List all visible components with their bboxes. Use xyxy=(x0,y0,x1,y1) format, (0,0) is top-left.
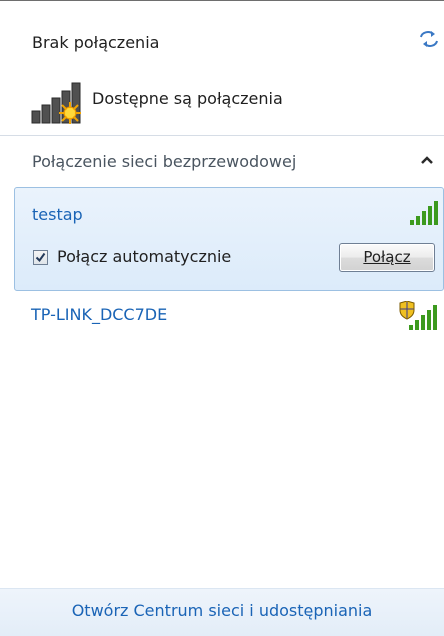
available-connections-row: Dostępne są połączenia xyxy=(30,81,410,125)
available-connections-label: Dostępne są połączenia xyxy=(92,89,283,108)
connect-button[interactable]: Połącz xyxy=(339,243,435,272)
checkmark-icon xyxy=(35,252,46,263)
network-name: TP-LINK_DCC7DE xyxy=(31,305,168,324)
divider xyxy=(0,135,444,136)
network-item-tp-link[interactable]: TP-LINK_DCC7DE xyxy=(14,301,444,341)
connect-button-label: Połącz xyxy=(363,248,411,266)
network-name: testap xyxy=(32,205,83,224)
auto-connect-label[interactable]: Połącz automatycznie xyxy=(57,247,231,266)
wireless-section-header[interactable]: Połączenie sieci bezprzewodowej xyxy=(0,137,444,187)
auto-connect-checkbox[interactable] xyxy=(33,250,48,265)
network-sharing-center-link[interactable]: Otwórz Centrum sieci i udostępniania xyxy=(0,601,444,620)
chevron-up-icon[interactable] xyxy=(420,155,434,165)
network-available-icon xyxy=(31,82,81,124)
footer: Otwórz Centrum sieci i udostępniania xyxy=(0,588,444,636)
section-title: Połączenie sieci bezprzewodowej xyxy=(32,152,297,171)
wireless-networks-panel: Brak połączenia Dostępne są połączenia P… xyxy=(0,0,444,636)
network-item-testap[interactable]: testap Połącz automatycznie Połącz xyxy=(14,187,444,291)
refresh-icon[interactable] xyxy=(418,29,440,49)
signal-strength-icon xyxy=(410,201,438,225)
secured-signal-icon xyxy=(399,301,437,330)
connection-status: Brak połączenia xyxy=(32,33,160,52)
